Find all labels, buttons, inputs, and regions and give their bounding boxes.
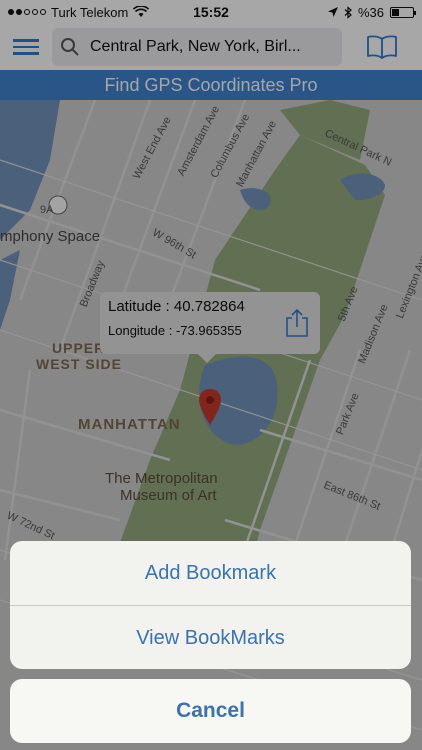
view-bookmarks-button[interactable]: View BookMarks (10, 606, 411, 669)
action-sheet: Add Bookmark View BookMarks (10, 541, 411, 669)
add-bookmark-button[interactable]: Add Bookmark (10, 541, 411, 605)
cancel-button[interactable]: Cancel (10, 679, 411, 743)
